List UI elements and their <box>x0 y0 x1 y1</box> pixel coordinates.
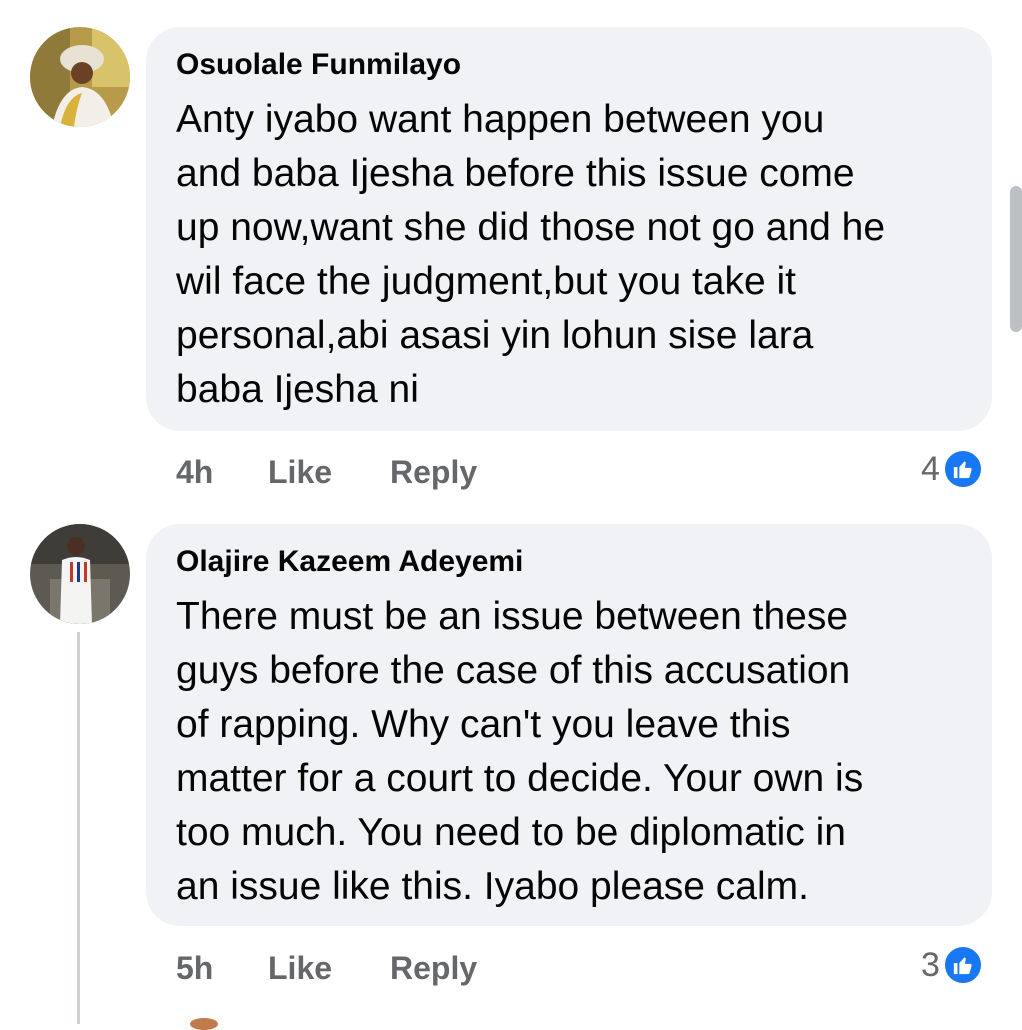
reaction-summary[interactable]: 4 <box>921 448 984 490</box>
reaction-count: 3 <box>921 946 940 984</box>
comment-timestamp[interactable]: 5h <box>176 948 213 988</box>
comment-text: Anty iyabo want happen between you and b… <box>176 98 886 411</box>
reply-button[interactable]: Reply <box>390 948 477 988</box>
like-icon <box>941 448 984 490</box>
thread-line <box>77 632 80 1024</box>
reaction-count: 4 <box>921 450 940 488</box>
comment-text: There must be an issue between these guy… <box>176 595 864 908</box>
like-button[interactable]: Like <box>268 452 332 492</box>
comment-author[interactable]: Osuolale Funmilayo <box>176 45 461 85</box>
comment-author[interactable]: Olajire Kazeem Adeyemi <box>176 542 523 582</box>
comment-bubble: Olajire Kazeem Adeyemi There must be an … <box>146 524 992 926</box>
like-icon <box>941 944 984 986</box>
next-avatar-peek <box>190 1018 218 1030</box>
comment-timestamp[interactable]: 4h <box>176 452 213 492</box>
comment-bubble: Osuolale Funmilayo Anty iyabo want happe… <box>146 27 992 431</box>
like-button[interactable]: Like <box>268 948 332 988</box>
reaction-summary[interactable]: 3 <box>921 944 984 986</box>
avatar[interactable] <box>30 27 130 127</box>
scrollbar[interactable] <box>1010 186 1022 332</box>
avatar[interactable] <box>30 524 130 624</box>
reply-button[interactable]: Reply <box>390 452 477 492</box>
